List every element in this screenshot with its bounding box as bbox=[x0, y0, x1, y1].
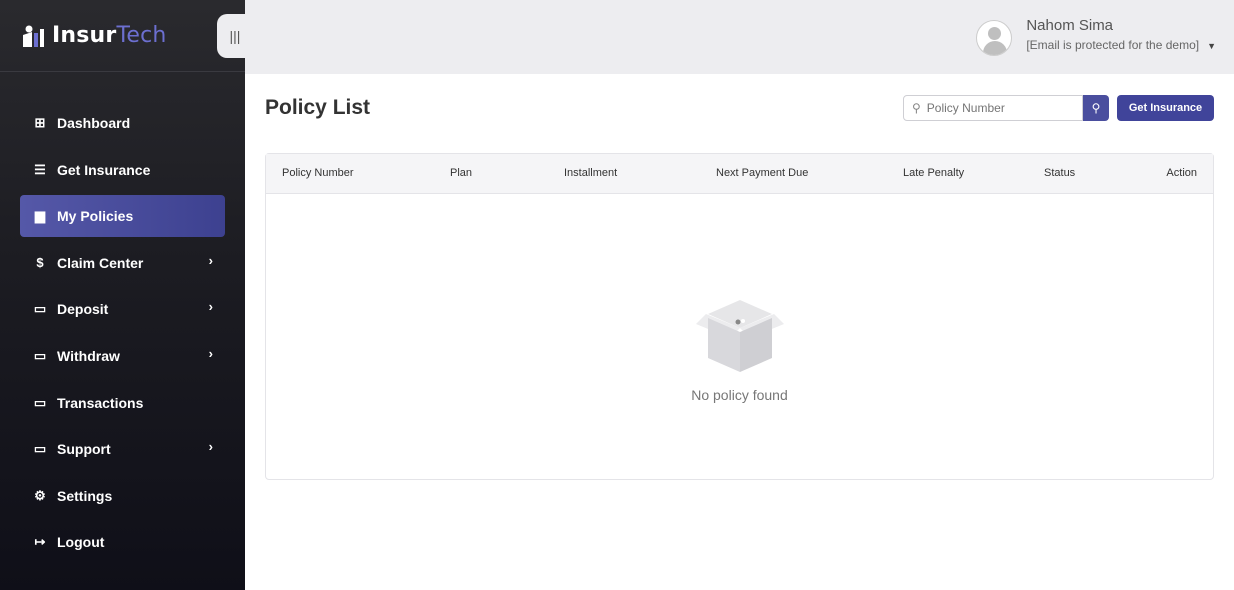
empty-message: No policy found bbox=[691, 387, 788, 403]
sidebar-item-label: Settings bbox=[57, 487, 113, 504]
logo[interactable]: InsurTech bbox=[0, 0, 245, 72]
search-icon: ⚲ bbox=[1091, 101, 1101, 115]
chevron-right-icon: › bbox=[208, 439, 213, 455]
sidebar-item-support[interactable]: ▭ Support › bbox=[20, 428, 225, 470]
search-form: ⚲ ⚲ bbox=[903, 95, 1109, 121]
menu-bars-icon: ||| bbox=[229, 28, 241, 44]
column-header: Plan bbox=[450, 167, 473, 179]
table-header: Policy Number Plan Installment Next Paym… bbox=[266, 154, 1213, 194]
user-email: [Email is protected for the demo] ▼ bbox=[1026, 38, 1216, 52]
sidebar-item-label: Logout bbox=[57, 534, 105, 551]
column-header: Late Penalty bbox=[903, 167, 965, 179]
sidebar-item-label: Get Insurance bbox=[57, 161, 151, 178]
checklist-icon: ☰ bbox=[34, 161, 46, 177]
caret-down-icon: ▼ bbox=[1207, 41, 1216, 51]
sidebar-nav: ⊞ Dashboard ☰ Get Insurance ▆ My Policie… bbox=[20, 102, 225, 568]
sidebar-item-my-policies[interactable]: ▆ My Policies bbox=[20, 195, 225, 238]
search-field[interactable]: ⚲ bbox=[903, 95, 1083, 121]
user-menu[interactable]: Nahom Sima [Email is protected for the d… bbox=[976, 17, 1216, 56]
empty-box-icon bbox=[266, 294, 1213, 379]
avatar bbox=[976, 20, 1013, 56]
chevron-right-icon: › bbox=[208, 345, 213, 361]
search-icon: ⚲ bbox=[912, 101, 921, 115]
column-header: Installment bbox=[564, 167, 618, 179]
column-header: Next Payment Due bbox=[716, 167, 809, 179]
column-header: Action bbox=[1166, 167, 1197, 179]
user-name: Nahom Sima bbox=[1026, 17, 1114, 34]
sidebar-item-claim-center[interactable]: $ Claim Center › bbox=[20, 242, 225, 284]
column-header: Policy Number bbox=[282, 167, 354, 179]
topbar: Nahom Sima [Email is protected for the d… bbox=[245, 0, 1234, 74]
sidebar: InsurTech ⊞ Dashboard ☰ Get Insurance ▆ … bbox=[0, 0, 245, 590]
money-icon: ▭ bbox=[33, 347, 47, 363]
get-insurance-button[interactable]: Get Insurance bbox=[1117, 95, 1214, 121]
brand-name: InsurTech bbox=[52, 23, 167, 48]
grid-icon: ⊞ bbox=[34, 115, 46, 130]
sidebar-item-get-insurance[interactable]: ☰ Get Insurance bbox=[20, 149, 225, 191]
cash-icon: ▭ bbox=[33, 301, 47, 317]
column-header: Status bbox=[1044, 167, 1076, 179]
gear-icon: ⚙ bbox=[34, 487, 46, 503]
chevron-right-icon: › bbox=[208, 299, 213, 315]
chevron-right-icon: › bbox=[208, 252, 213, 268]
card-icon: ▭ bbox=[33, 394, 47, 410]
document-icon: ▆ bbox=[35, 208, 45, 224]
sidebar-item-deposit[interactable]: ▭ Deposit › bbox=[20, 288, 225, 330]
sidebar-item-settings[interactable]: ⚙ Settings bbox=[20, 475, 225, 517]
sidebar-item-label: Transactions bbox=[57, 394, 144, 411]
sidebar-item-label: Dashboard bbox=[57, 115, 131, 131]
sidebar-item-withdraw[interactable]: ▭ Withdraw › bbox=[20, 335, 225, 377]
page-title: Policy List bbox=[265, 96, 371, 119]
sidebar-item-label: Withdraw bbox=[57, 347, 120, 364]
logo-icon bbox=[20, 23, 46, 49]
user-info: Nahom Sima [Email is protected for the d… bbox=[1026, 17, 1216, 52]
sidebar-item-transactions[interactable]: ▭ Transactions bbox=[20, 382, 225, 424]
sidebar-item-dashboard[interactable]: ⊞ Dashboard bbox=[20, 102, 225, 144]
sidebar-toggle-button[interactable]: ||| bbox=[217, 14, 253, 58]
sidebar-item-logout[interactable]: ↦ Logout bbox=[20, 521, 225, 563]
sidebar-item-label: Deposit bbox=[57, 301, 109, 318]
empty-state: No policy found bbox=[266, 294, 1213, 403]
sidebar-item-label: Claim Center bbox=[57, 254, 144, 271]
policy-table: Policy Number Plan Installment Next Paym… bbox=[265, 153, 1214, 480]
sidebar-item-label: Support bbox=[57, 441, 111, 458]
ticket-icon: ▭ bbox=[33, 441, 47, 457]
file-dollar-icon: $ bbox=[36, 255, 44, 271]
logout-icon: ↦ bbox=[34, 534, 46, 550]
search-button[interactable]: ⚲ bbox=[1083, 95, 1109, 121]
sidebar-item-label: My Policies bbox=[57, 208, 134, 225]
search-input[interactable] bbox=[926, 101, 1067, 115]
